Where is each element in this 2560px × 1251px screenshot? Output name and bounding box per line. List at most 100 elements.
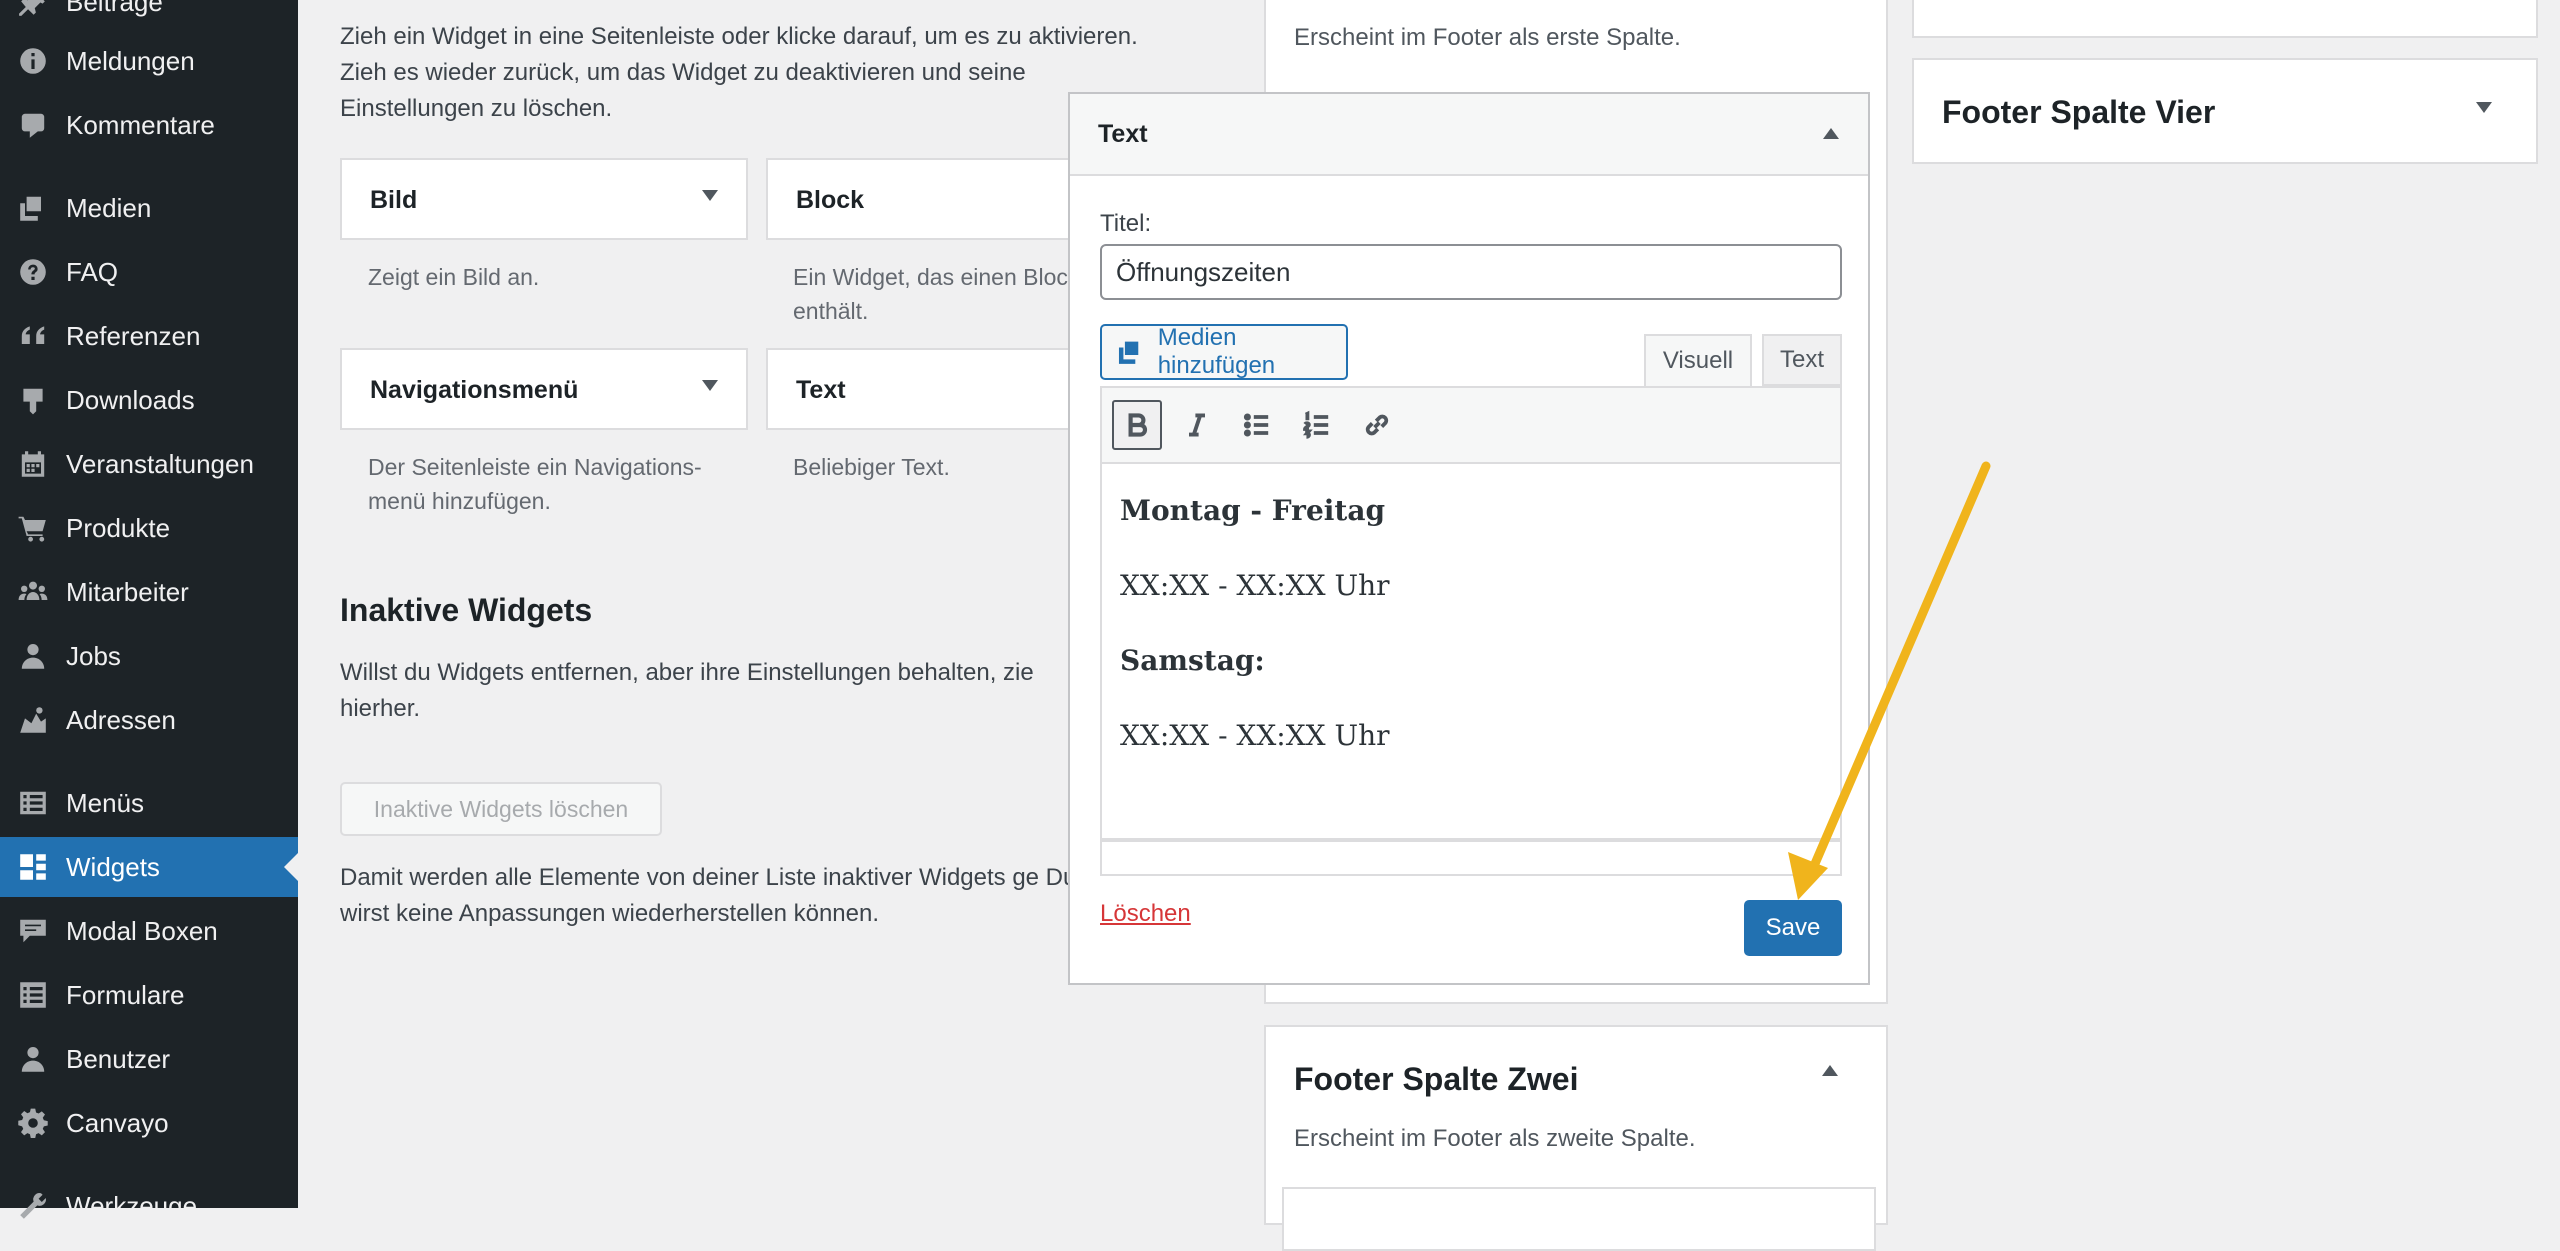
sidebar-item-meldungen[interactable]: Meldungen (0, 31, 298, 91)
sidebar-item-veranstaltungen[interactable]: Veranstaltungen (0, 434, 298, 494)
sidebar-item-label: Benutzer (66, 1043, 171, 1074)
info-icon (16, 44, 50, 78)
widget-navigationsmenue[interactable]: Navigationsmenü (340, 348, 748, 430)
sidebar-footer-spalte-vier[interactable]: Footer Spalte Vier (1912, 58, 2538, 164)
sidebar-item-beitraege[interactable]: Beiträge (0, 0, 298, 32)
bold-button[interactable] (1112, 400, 1162, 450)
chevron-down-icon[interactable] (702, 380, 718, 391)
sidebar-item-label: Menüs (66, 787, 145, 818)
sidebar-footer-spalte-drei[interactable] (1912, 0, 2538, 38)
sidebar-item-formulare[interactable]: Formulare (0, 965, 298, 1025)
sidebar-title: Footer Spalte Vier (1942, 94, 2216, 130)
editor-resize-bar[interactable] (1100, 840, 1842, 876)
sidebar-dropzone (1282, 1187, 1876, 1251)
sidebar-item-widgets[interactable]: Widgets (0, 837, 298, 897)
sidebar-item-label: Widgets (66, 851, 160, 882)
content-line: XX:XX - XX:XX Uhr (1120, 569, 1390, 602)
gear-icon (16, 1106, 50, 1140)
pin-icon (16, 0, 50, 19)
text-widget-editor: Text Titel: Öffnungszeiten Medien hinzuf… (1068, 92, 1870, 985)
sidebar-item-label: Jobs (66, 640, 121, 671)
sidebar-footer-spalte-zwei[interactable]: Footer Spalte Zwei Erscheint im Footer a… (1264, 1025, 1888, 1251)
users-icon (16, 1042, 50, 1076)
sidebar-item-canvayo[interactable]: Canvayo (0, 1093, 298, 1153)
widget-title: Bild (370, 186, 418, 214)
inactive-widgets-note: Damit werden alle Elemente von deiner Li… (340, 864, 1077, 927)
sidebar-item-medien[interactable]: Medien (0, 178, 298, 238)
sidebar-item-faq[interactable]: FAQ (0, 242, 298, 302)
bold-icon (1128, 413, 1148, 437)
person-icon (16, 639, 50, 673)
editor-content-area[interactable]: Montag - Freitag XX:XX - XX:XX Uhr Samst… (1100, 464, 1842, 840)
sidebar-item-produkte[interactable]: Produkte (0, 498, 298, 558)
sidebar-item-label: FAQ (66, 256, 119, 287)
widget-description: Ein Widget, das einen Bloc enthält. (793, 264, 1068, 324)
download-icon (16, 383, 50, 417)
sidebar-item-menues[interactable]: Menüs (0, 773, 298, 833)
sidebar-item-label: Adressen (66, 704, 176, 735)
cart-icon (16, 511, 50, 545)
numbered-list-icon (1302, 410, 1329, 439)
sidebar-item-mitarbeiter[interactable]: Mitarbeiter (0, 562, 298, 622)
save-button[interactable]: Save (1744, 900, 1842, 956)
sidebar-item-label: Modal Boxen (66, 915, 218, 946)
sidebar-item-benutzer[interactable]: Benutzer (0, 1029, 298, 1089)
widget-bild[interactable]: Bild (340, 158, 748, 240)
admin-sidebar: Beiträge Meldungen Kommentare Medien FAQ… (0, 0, 298, 1221)
widget-title: Block (796, 186, 865, 214)
chevron-down-icon[interactable] (2476, 102, 2492, 113)
sidebar-description: Erscheint im Footer als zweite Spalte. (1294, 1125, 1696, 1152)
sidebar-item-label: Canvayo (66, 1107, 169, 1138)
link-icon (1365, 414, 1389, 436)
tools-icon (16, 1189, 50, 1223)
chevron-down-icon[interactable] (702, 190, 718, 201)
sidebar-item-label: Werkzeuge (66, 1190, 198, 1221)
calendar-icon (16, 447, 50, 481)
widget-description: Beliebiger Text. (793, 454, 950, 480)
inactive-widgets-description: Willst du Widgets entfernen, aber ihre E… (340, 659, 1034, 722)
delete-link[interactable]: Löschen (1100, 900, 1191, 928)
clear-inactive-widgets-button[interactable]: Inaktive Widgets löschen (340, 782, 662, 836)
sidebar-item-kommentare[interactable]: Kommentare (0, 95, 298, 155)
widget-title: Navigationsmenü (370, 376, 579, 404)
sidebar-item-label: Kommentare (66, 109, 215, 140)
comment-icon (16, 108, 50, 142)
sidebar-item-werkzeuge[interactable]: Werkzeuge (0, 1176, 298, 1236)
widgets-icon (16, 850, 50, 884)
widget-header[interactable]: Text (1070, 94, 1868, 176)
content-line: Montag - Freitag (1120, 494, 1386, 527)
italic-button[interactable] (1172, 400, 1222, 450)
help-icon (16, 255, 50, 289)
tab-visual[interactable]: Visuell (1644, 334, 1752, 386)
sidebar-item-referenzen[interactable]: Referenzen (0, 306, 298, 366)
add-media-button[interactable]: Medien hinzufügen (1100, 324, 1348, 380)
sidebar-item-label: Medien (66, 192, 152, 223)
widget-title: Text (796, 376, 846, 404)
numbered-list-button[interactable] (1292, 400, 1342, 450)
title-label: Titel: (1100, 210, 1152, 237)
sidebar-item-label: Veranstaltungen (66, 448, 254, 479)
sidebar-item-label: Formulare (66, 979, 185, 1010)
tab-text[interactable]: Text (1762, 334, 1842, 386)
title-input[interactable]: Öffnungszeiten (1100, 244, 1842, 300)
media-icon (16, 191, 50, 225)
groups-icon (16, 575, 50, 609)
sidebar-item-jobs[interactable]: Jobs (0, 626, 298, 686)
location-icon (16, 703, 50, 737)
sidebar-item-label: Mitarbeiter (66, 576, 189, 607)
widget-description: Zeigt ein Bild an. (368, 264, 540, 290)
content-line: XX:XX - XX:XX Uhr (1120, 719, 1390, 752)
sidebar-item-modal-boxen[interactable]: Modal Boxen (0, 901, 298, 961)
insert-link-button[interactable] (1352, 400, 1402, 450)
sidebar-item-label: Produkte (66, 512, 171, 543)
active-pointer (284, 853, 298, 881)
bulleted-list-button[interactable] (1232, 400, 1282, 450)
modal-icon (16, 914, 50, 948)
sidebar-item-label: Beiträge (66, 0, 163, 17)
sidebar-item-downloads[interactable]: Downloads (0, 370, 298, 430)
media-icon (1118, 341, 1139, 364)
sidebar-item-adressen[interactable]: Adressen (0, 690, 298, 750)
chevron-up-icon[interactable] (1822, 1065, 1838, 1076)
chevron-up-icon[interactable] (1823, 128, 1839, 139)
available-widgets-intro: Zieh ein Widget in eine Seitenleiste ode… (340, 23, 1138, 122)
